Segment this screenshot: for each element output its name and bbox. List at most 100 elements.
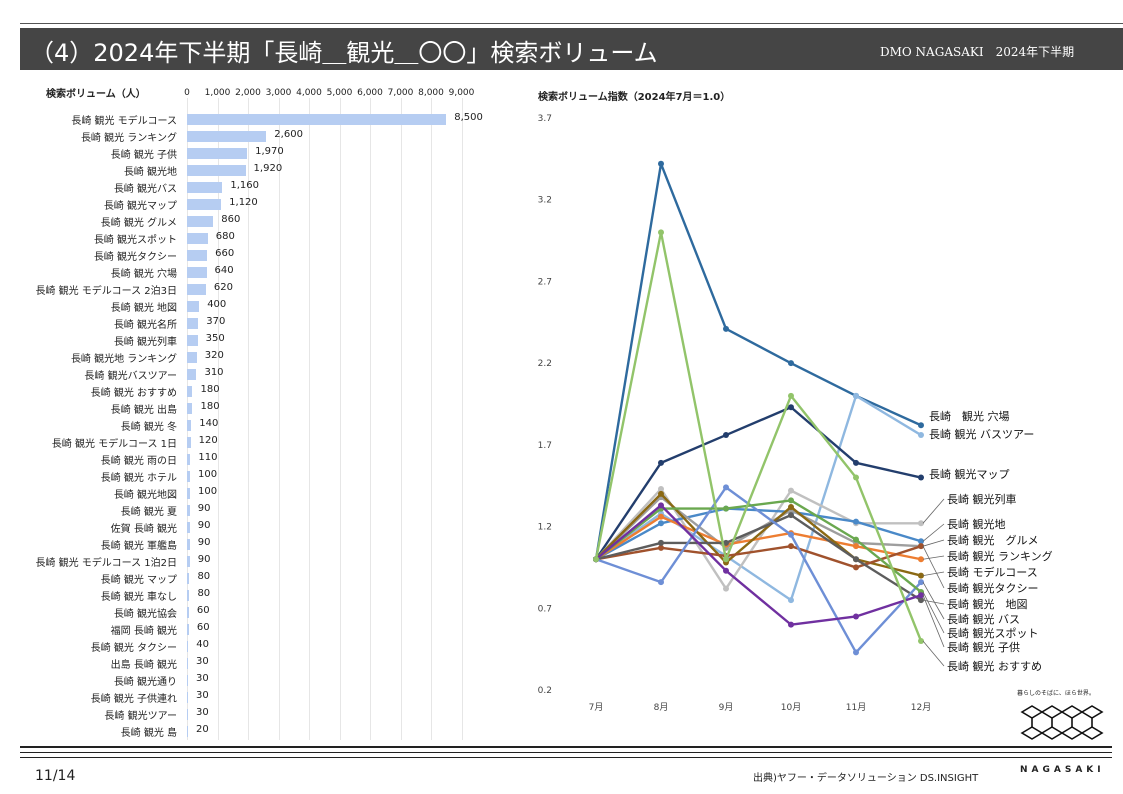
bar-category-label: 長崎 観光 グルメ (100, 218, 177, 229)
series-point (658, 520, 664, 527)
series-point (788, 360, 794, 367)
bar-category-label: 長崎 観光 子供連れ (90, 694, 177, 705)
bar (187, 369, 197, 380)
line-chart-title: 検索ボリューム指数（2024年7月＝1.0） (538, 90, 730, 103)
series-point (593, 556, 599, 563)
bar (187, 658, 188, 669)
bar (187, 624, 189, 635)
bar-value-label: 100 (198, 486, 218, 497)
series-point (658, 502, 664, 509)
bar-category-label: 出島 長崎 観光 (110, 660, 177, 671)
bar-category-label: 佐賀 長崎 観光 (110, 524, 177, 535)
bar-value-label: 90 (197, 554, 211, 565)
bar-category-label: 長崎 観光 おすすめ (90, 388, 177, 399)
line-x-tick-label: 9月 (719, 702, 734, 713)
bar-category-label: 長崎 観光地図 (113, 490, 177, 501)
series-point (853, 613, 859, 620)
series-point (853, 474, 859, 481)
bar-value-label: 1,160 (230, 180, 260, 191)
series-leader-line (922, 539, 945, 547)
bar-gridline (431, 98, 432, 740)
series-point (658, 513, 664, 520)
line-x-tick-label: 10月 (781, 702, 801, 713)
series-point (853, 564, 859, 571)
series-point (918, 432, 924, 439)
nagasaki-logo-icon (1020, 705, 1104, 740)
bar-chart-title: 検索ボリューム（人） (46, 89, 146, 100)
bar-value-label: 660 (215, 248, 235, 259)
series-point (788, 597, 794, 604)
bar-category-label: 長崎 観光 雨の日 (100, 456, 177, 467)
series-point (788, 512, 794, 519)
bar-category-label: 長崎 観光 ランキング (80, 133, 177, 144)
series-label: 長崎 観光 地図 (947, 597, 1028, 611)
bar-value-label: 100 (198, 469, 218, 480)
bar-category-label: 長崎 観光列車 (113, 337, 177, 348)
bar-value-label: 90 (197, 503, 211, 514)
bar (187, 301, 200, 312)
bar-value-label: 860 (221, 214, 241, 225)
series-point (788, 497, 794, 504)
bar-category-label: 長崎 観光 ホテル (100, 473, 177, 484)
logo-wordmark: NAGASAKI (1020, 765, 1105, 775)
series-point (788, 543, 794, 550)
series-point (658, 490, 664, 497)
bar (187, 352, 197, 363)
bar-value-label: 640 (214, 265, 234, 276)
footer-rule-3 (20, 757, 1112, 758)
bar-category-label: 長崎 観光 モデルコース 1泊2日 (35, 558, 177, 569)
bar-chart: 検索ボリューム（人） 0 1,000 2,000 3,000 4,000 5,000 6,0… (0, 0, 520, 745)
bar-x-tick-label: 9,000 (448, 88, 475, 98)
series-label: 長崎 観光地 (947, 517, 1006, 531)
bar-value-label: 8,500 (454, 112, 483, 123)
footer-rule-2 (20, 752, 1112, 753)
bar (187, 607, 189, 618)
series-point (658, 579, 664, 586)
footer-rule-1 (20, 746, 1112, 748)
bar (187, 131, 267, 142)
bar-value-label: 110 (198, 452, 218, 463)
series-leader-line (922, 546, 945, 589)
series-point (788, 487, 794, 494)
bar-category-label: 長崎 観光地 ランキング (70, 354, 177, 365)
line-y-tick-label: 3.2 (538, 196, 552, 206)
line-x-tick-label: 8月 (654, 702, 669, 713)
bar-value-label: 40 (196, 639, 209, 650)
series-point (723, 432, 729, 439)
bar-value-label: 320 (204, 350, 224, 361)
series-line (594, 231, 923, 642)
bar-gridline (400, 98, 402, 740)
line-y-tick-label: 0.7 (538, 604, 552, 614)
series-point (788, 531, 794, 538)
bar-gridline (248, 98, 249, 740)
bar-x-tick-label: 3,000 (265, 88, 292, 98)
bar-value-label: 60 (196, 605, 210, 616)
bar (187, 335, 198, 346)
bar-value-label: 620 (213, 282, 233, 293)
bar (187, 437, 191, 448)
bar-category-label: 長崎 観光協会 (113, 609, 177, 620)
bar-category-label: 長崎 観光ツアー (104, 711, 177, 722)
line-chart: 検索ボリューム指数（2024年7月＝1.0） 0.2 0.7 1.2 1.7 2.2 2.7… (538, 90, 1053, 713)
bar-category-label: 長崎 観光 モデルコース 2泊3日 (35, 286, 177, 297)
bar-x-tick-label: 0 (184, 88, 190, 98)
bar (187, 590, 190, 601)
bar-x-tick-label: 4,000 (296, 88, 322, 98)
bar-value-label: 400 (207, 299, 227, 310)
line-y-tick-label: 0.2 (538, 686, 552, 696)
bar-value-label: 20 (196, 724, 209, 735)
series-point (788, 621, 794, 628)
bar-x-tick-label: 2,000 (235, 88, 261, 98)
bar-x-tick-label: 5,000 (326, 88, 353, 98)
bar-value-label: 680 (215, 231, 235, 242)
bar-gridline (339, 98, 341, 740)
bar-value-label: 180 (200, 401, 220, 412)
bar-value-label: 1,120 (229, 197, 258, 208)
series-leader-line (922, 571, 945, 576)
series-leader-line (922, 555, 945, 560)
header-caption: DMO NAGASAKI 2024年下半期 (880, 45, 1075, 59)
bar-value-label: 370 (206, 316, 226, 327)
series-point (853, 518, 859, 525)
bar-category-label: 福岡 長崎 観光 (110, 626, 177, 637)
series-leader-line (922, 591, 945, 634)
